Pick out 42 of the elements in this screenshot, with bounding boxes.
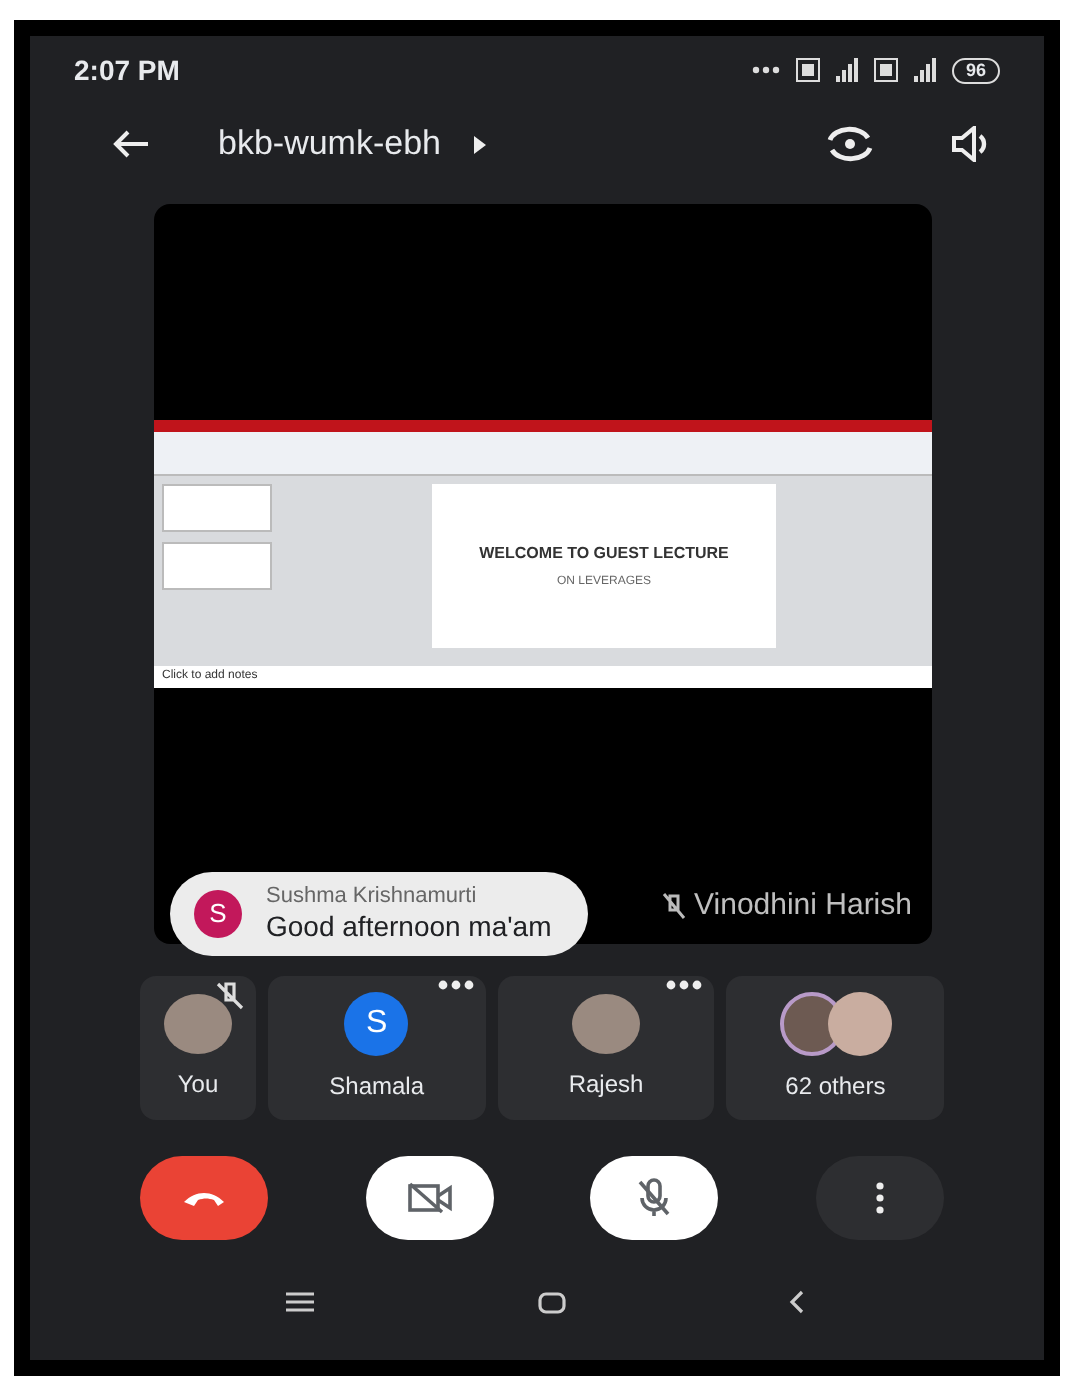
participant-tile[interactable]: 62 others (726, 976, 945, 1120)
meeting-code[interactable]: bkb-wumk-ebh (218, 118, 441, 170)
volte-icon (873, 58, 898, 82)
participant-name: 62 others (785, 1070, 886, 1104)
avatar-initial: S (344, 992, 409, 1056)
signal-icon (835, 58, 858, 82)
chat-message: Good afternoon ma'am (266, 910, 552, 944)
sender-name: Sushma Krishnamurti (266, 884, 479, 911)
avatar-initial: S (194, 890, 242, 938)
mic-toggle-button[interactable] (590, 1156, 719, 1240)
participant-name: Rajesh (568, 1068, 644, 1102)
more-dots-icon[interactable] (666, 980, 703, 990)
participant-name: You (177, 1068, 219, 1102)
volte-icon (795, 58, 820, 82)
participant-tile[interactable]: You (140, 976, 256, 1120)
signal-icon (913, 58, 936, 82)
group-avatars-drawing (777, 992, 894, 1056)
home-icon[interactable] (537, 1291, 565, 1313)
presenter-name: Vinodhini Harish (694, 885, 912, 925)
more-dots-icon[interactable] (437, 980, 474, 990)
camera-off-icon (405, 1180, 454, 1216)
hang-up-button[interactable] (140, 1156, 268, 1240)
more-dots-icon (751, 66, 780, 74)
slide-thumbnail (162, 484, 272, 532)
battery-level: 96 (951, 57, 1000, 83)
participant-name: Shamala (329, 1070, 425, 1104)
avatar-photo-placeholder (572, 994, 640, 1054)
switch-camera-icon[interactable] (824, 124, 876, 164)
slide-thumbnail (162, 542, 272, 590)
menu-icon[interactable] (286, 1292, 314, 1312)
play-triangle-icon[interactable] (473, 135, 485, 153)
phone-handset-icon (182, 1190, 226, 1206)
slide-title: WELCOME TO GUEST LECTURE (479, 541, 729, 565)
status-time: 2:07 PM (74, 51, 180, 89)
participant-tile[interactable]: Rajesh (497, 976, 715, 1120)
back-arrow-icon[interactable] (110, 128, 150, 160)
avatar-photo-placeholder (164, 994, 232, 1054)
mic-off-icon (636, 1178, 673, 1218)
more-vertical-icon (875, 1182, 884, 1214)
camera-toggle-button[interactable] (365, 1156, 494, 1240)
participant-tile[interactable]: S Shamala (268, 976, 486, 1120)
back-icon[interactable] (788, 1290, 804, 1314)
